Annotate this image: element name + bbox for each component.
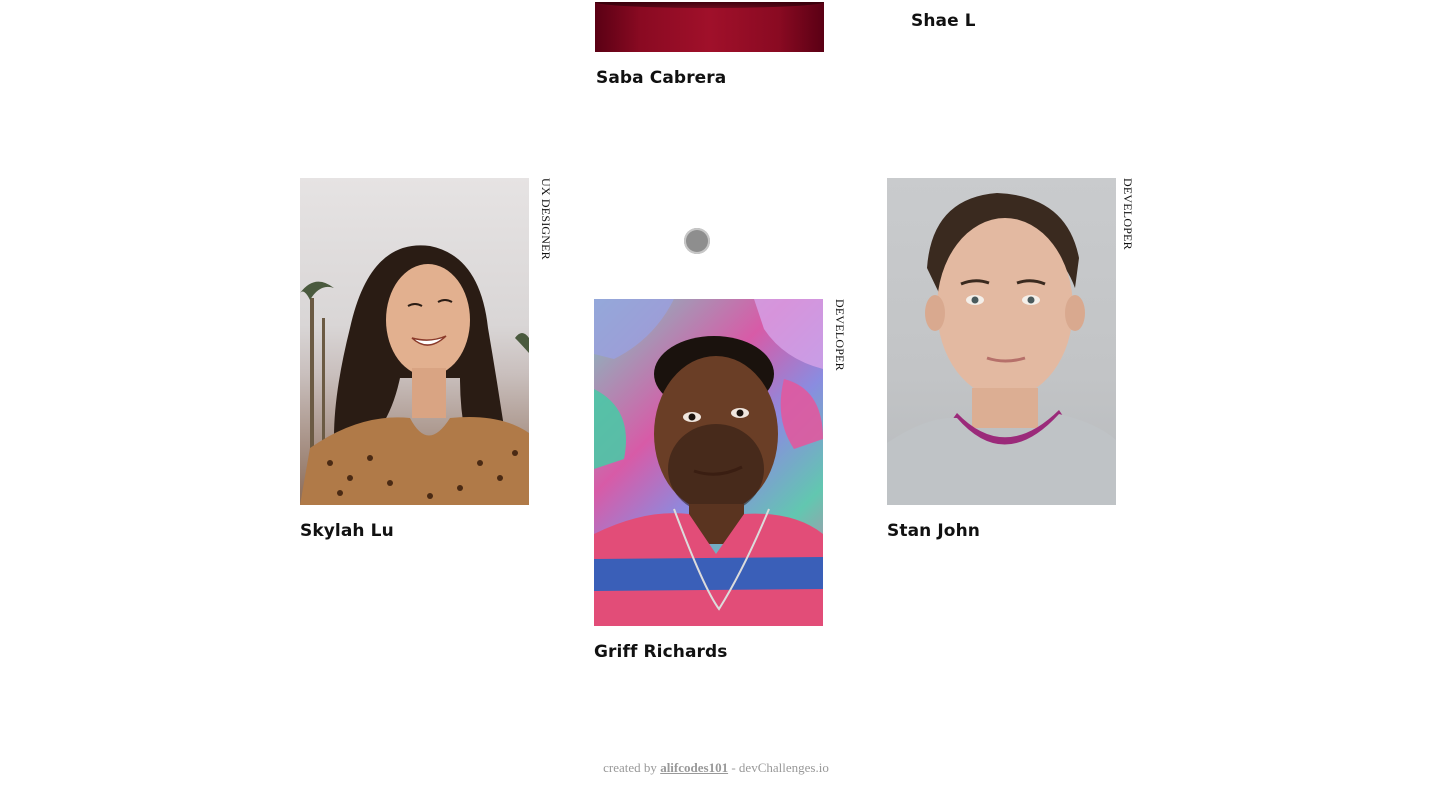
team-card-griff: DEVELOPER Griff Richards [594,299,847,679]
member-name: Stan John [887,521,980,541]
team-card-shae: Shae Lu [911,0,975,40]
member-role: UX DESIGNER [539,178,553,260]
author-link[interactable]: alifcodes101 [660,760,728,775]
member-name: Saba Cabrera [596,68,727,88]
portrait-skylah [300,245,529,505]
member-role: DEVELOPER [1121,178,1135,250]
member-name: Skylah Lu [300,521,394,541]
team-card-stan: DEVELOPER Stan John [887,178,1135,558]
cursor-indicator [684,228,710,254]
member-name: Griff Richards [594,642,728,662]
profile-photo [594,299,823,626]
portrait-stan [887,193,1116,505]
team-card-skylah: UX DESIGNER Skylah Lu [300,178,553,558]
team-card-saba: Saba Cabrera [595,0,824,95]
profile-photo [887,178,1116,505]
member-name: Shae Lu [911,11,975,31]
footer-separator: - [731,760,736,775]
profile-photo [300,178,529,505]
footer-site: devChallenges.io [738,760,829,775]
profile-photo [595,2,824,52]
footer-prefix: created by [603,760,657,775]
portrait-griff [594,299,823,626]
footer: created by alifcodes101 - devChallenges.… [0,760,1432,776]
member-role: DEVELOPER [833,299,847,371]
